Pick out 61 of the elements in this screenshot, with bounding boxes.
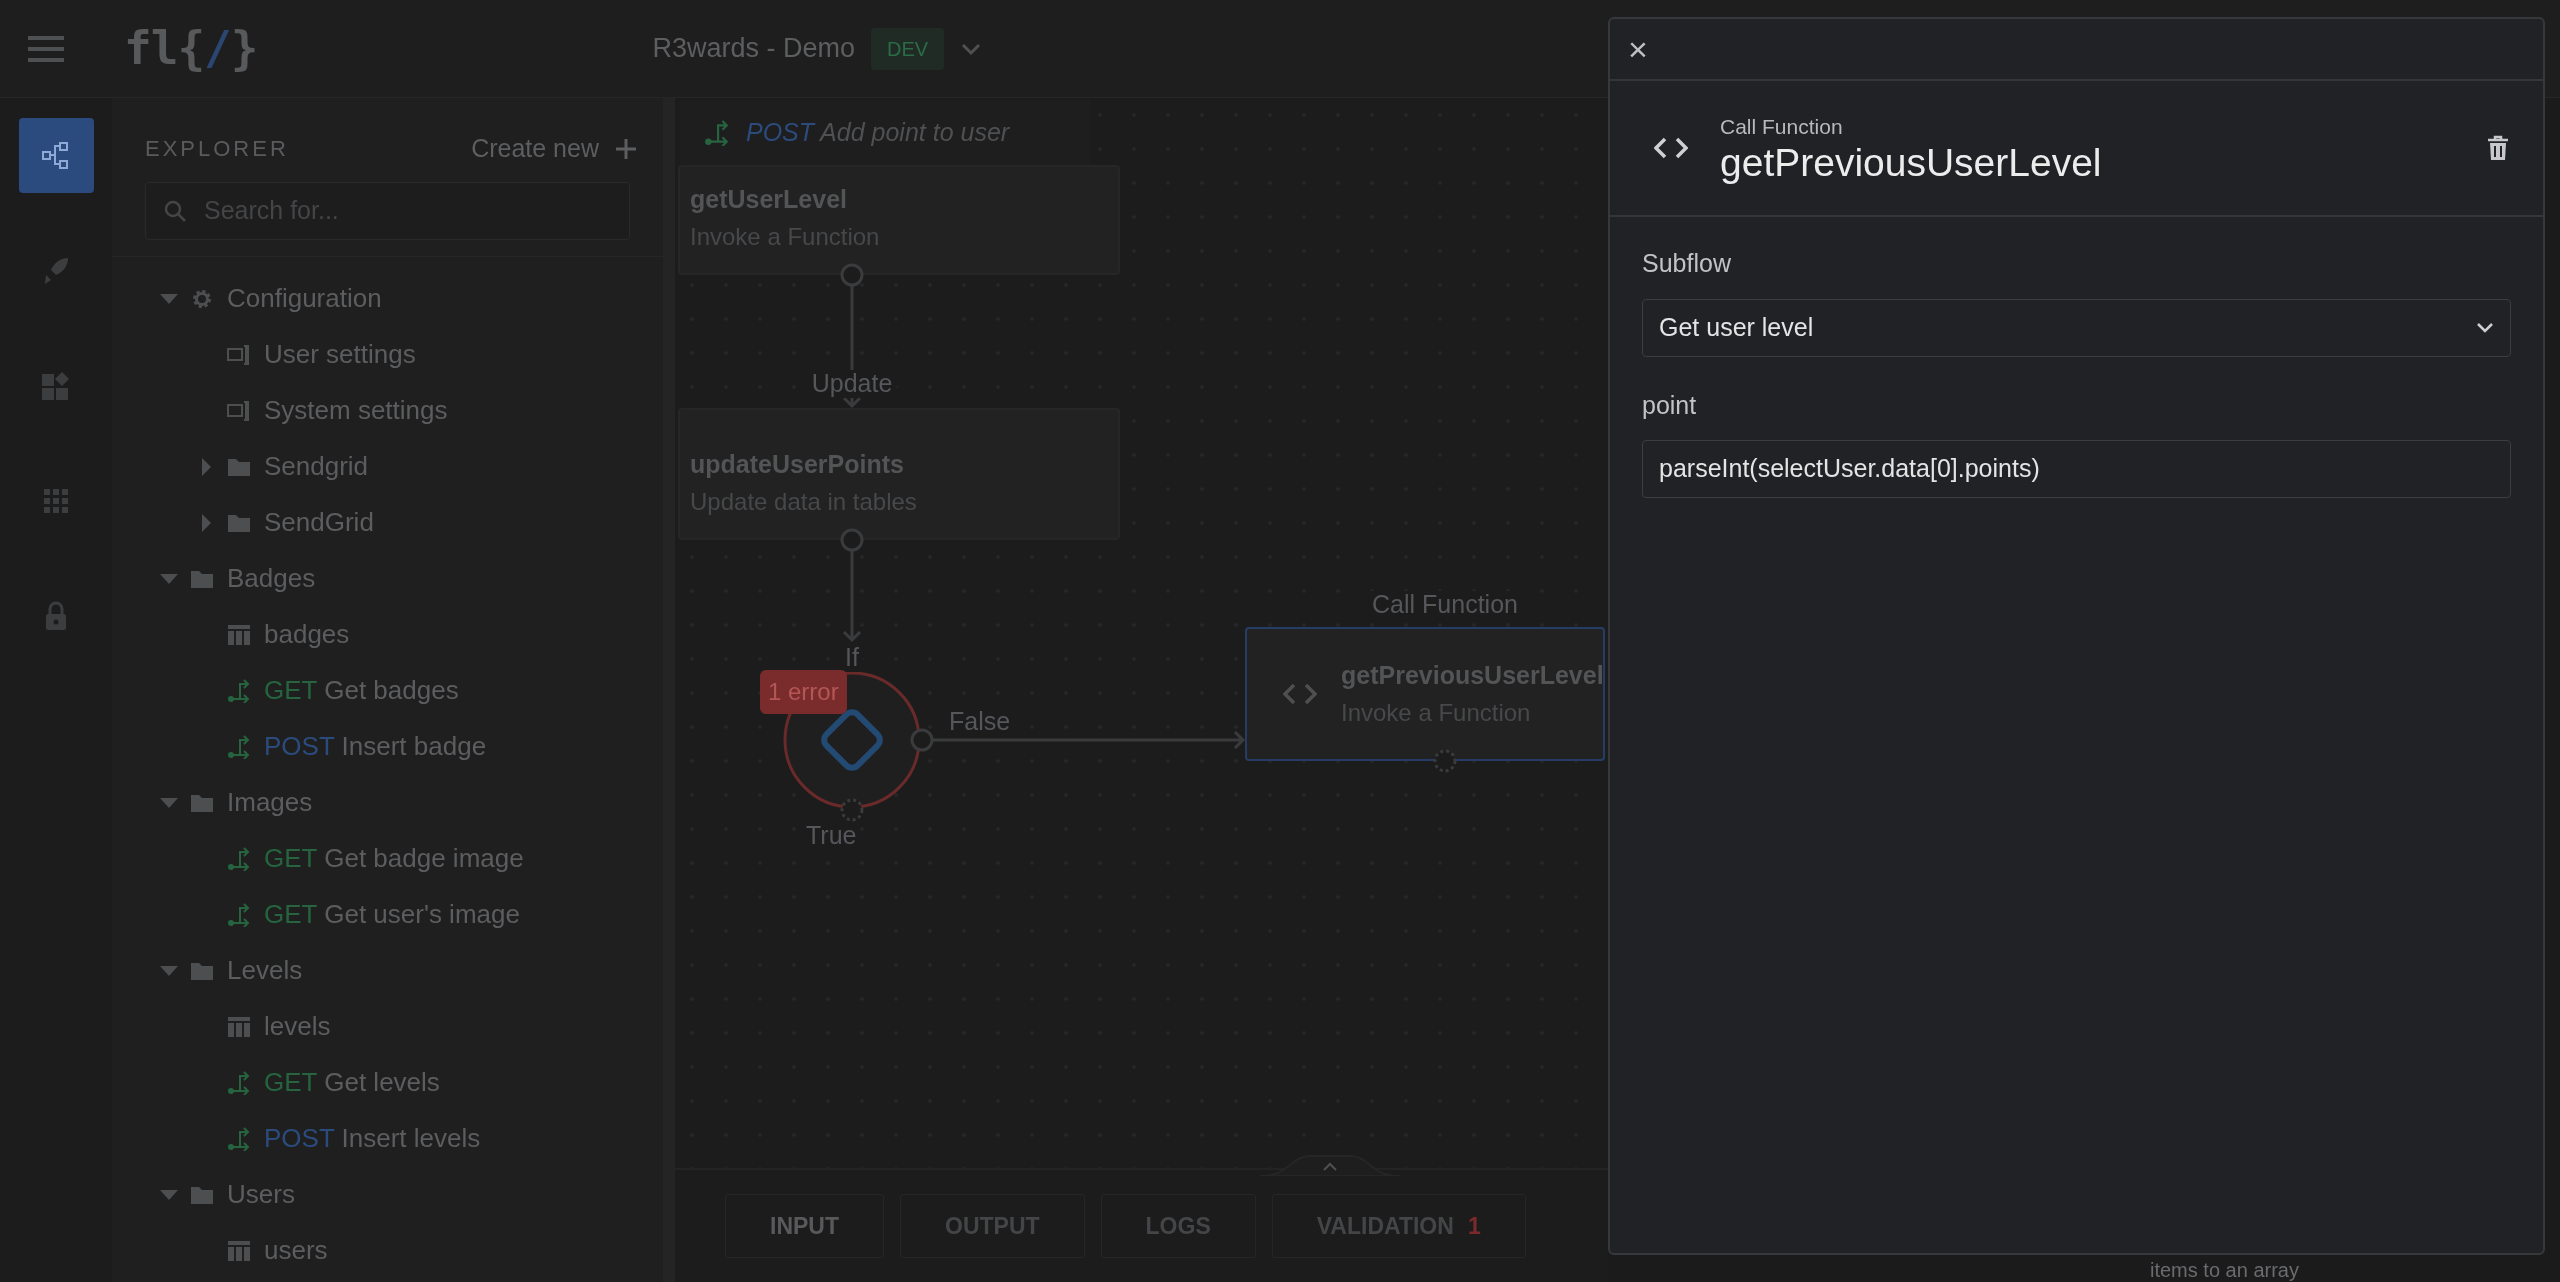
- tree-item[interactable]: badges: [112, 606, 663, 663]
- connection-port[interactable]: [910, 728, 934, 752]
- description-text: items to an array: [2150, 1259, 2299, 1281]
- code-icon: [1283, 682, 1317, 706]
- table-icon: [226, 622, 252, 647]
- tree-item[interactable]: Sendgrid: [112, 438, 663, 495]
- create-new-button[interactable]: Create new: [471, 130, 637, 168]
- tree-item[interactable]: Images: [112, 774, 663, 831]
- table-icon: [226, 1238, 252, 1263]
- settings-panel-icon: [226, 398, 252, 423]
- code-icon: [1654, 136, 1688, 160]
- node-type-label: If: [841, 644, 863, 672]
- delete-button[interactable]: [2487, 135, 2509, 161]
- node-title: getPreviousUserLevel: [1720, 142, 2103, 186]
- tree-item[interactable]: GET Get levels: [112, 1054, 663, 1111]
- tree-item[interactable]: User settings: [112, 326, 663, 383]
- tree-item[interactable]: POST Insert badge: [112, 718, 663, 775]
- route-icon: [704, 119, 730, 146]
- tree-item[interactable]: Configuration: [112, 270, 663, 327]
- route-icon: [226, 1070, 252, 1095]
- environment-badge: DEV: [871, 27, 945, 70]
- panel-tab[interactable]: INPUT: [725, 1194, 884, 1258]
- tree-item[interactable]: SendGrid: [112, 494, 663, 551]
- connection-port[interactable]: [840, 263, 864, 287]
- chevron-down-icon[interactable]: [960, 41, 983, 56]
- logo: fl{/}: [124, 20, 258, 77]
- tree-item[interactable]: Users: [112, 1166, 663, 1223]
- field-label: Subflow: [1642, 248, 1732, 279]
- route-icon: [226, 846, 252, 871]
- panel-toggle-handle[interactable]: [1260, 1154, 1400, 1176]
- route-icon: [226, 1126, 252, 1151]
- tree-item[interactable]: GET Get badge image: [112, 830, 663, 887]
- project-name: R3wards - Demo: [652, 32, 856, 66]
- tree-item[interactable]: System settings: [112, 382, 663, 439]
- tree-item[interactable]: levels: [112, 998, 663, 1055]
- route-icon: [226, 734, 252, 759]
- plus-icon: [615, 137, 637, 160]
- tree-item[interactable]: users: [112, 1222, 663, 1279]
- search-icon: [163, 198, 187, 223]
- chevron-down-icon: [2476, 321, 2494, 334]
- field-label: point: [1642, 389, 1698, 421]
- route-icon: [226, 678, 252, 703]
- tree-item[interactable]: GET Get badges: [112, 662, 663, 719]
- connection-port[interactable]: [840, 528, 864, 552]
- widgets-icon: [40, 369, 72, 402]
- settings-panel-icon: [226, 342, 252, 367]
- connection-port[interactable]: [840, 798, 864, 822]
- tree-item[interactable]: Levels: [112, 942, 663, 999]
- tree-item[interactable]: Badges: [112, 550, 663, 607]
- tree-item[interactable]: GET Get user's image: [112, 886, 663, 943]
- panel-title: EXPLORER: [145, 135, 289, 164]
- error-badge: 1 error: [760, 670, 847, 714]
- node-type-label: Call Function: [1720, 113, 1844, 140]
- select-field[interactable]: Get user level: [1642, 298, 2511, 357]
- table-icon: [226, 1014, 252, 1039]
- input-field[interactable]: parseInt(selectUser.data[0].points): [1642, 440, 2511, 498]
- tree-item[interactable]: POST Insert levels: [112, 1110, 663, 1167]
- route-icon: [226, 902, 252, 927]
- connection-port[interactable]: [1433, 749, 1457, 773]
- close-button[interactable]: ×: [1610, 19, 2543, 81]
- nav-rail-button[interactable]: [18, 118, 94, 193]
